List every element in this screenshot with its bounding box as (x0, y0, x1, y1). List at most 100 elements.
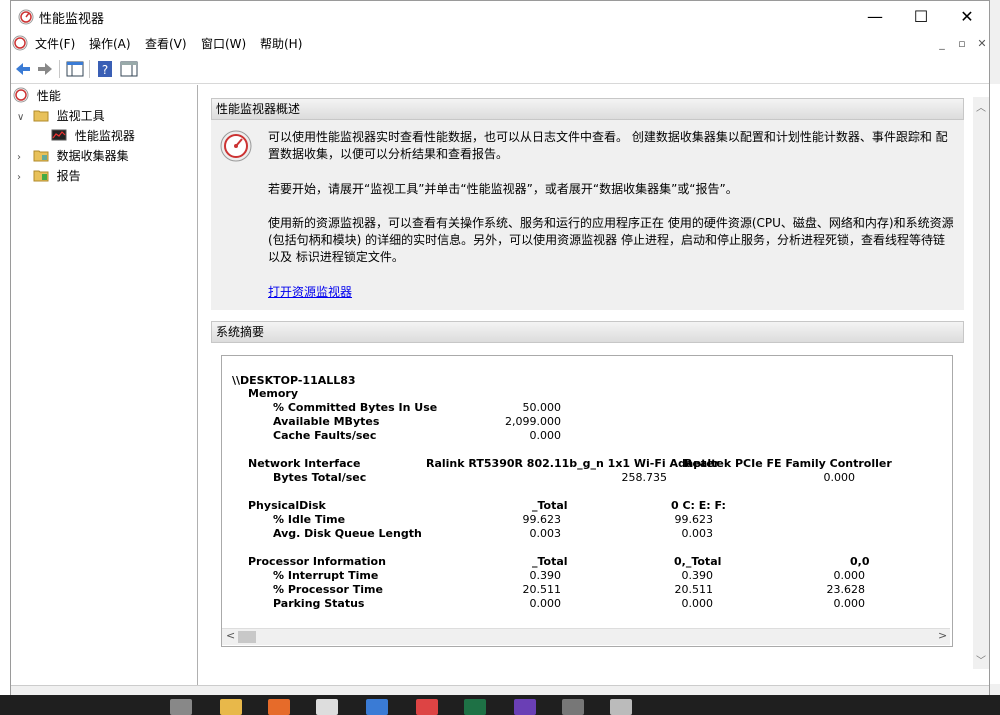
counter-name: % Processor Time (273, 583, 383, 596)
overview-paragraph-3: 使用新的资源监视器，可以查看有关操作系统、服务和运行的应用程序正在 使用的硬件资… (268, 216, 954, 264)
app-icon[interactable] (562, 699, 584, 715)
help-icon[interactable]: ? (95, 59, 115, 79)
column-header: 0,0 (850, 555, 870, 568)
tree-item-performance-monitor[interactable]: 性能监视器 (51, 126, 135, 146)
counter-value: 0.390 (529, 569, 562, 582)
excel-icon[interactable] (464, 699, 486, 715)
console-tree: 性能 ∨ 监视工具 性能监视器 › 数据收集器集 › 报告 (11, 85, 198, 685)
mdi-minimize-button[interactable]: _ (934, 36, 950, 52)
menu-file[interactable]: 文件(F) (35, 35, 75, 52)
network-label: Network Interface (248, 457, 361, 470)
counter-name: Available MBytes (273, 415, 380, 428)
counter-value: 0.003 (529, 527, 562, 540)
mdi-restore-button[interactable]: ▫ (954, 36, 970, 52)
overview-body: 可以使用性能监视器实时查看性能数据，也可以从日志文件中查看。 创建数据收集器集以… (211, 120, 964, 310)
column-header: 0 C: E: F: (671, 499, 726, 512)
physical-disk-label: PhysicalDisk (248, 499, 326, 512)
menu-window[interactable]: 窗口(W) (201, 35, 246, 52)
tree-label: 性能 (36, 89, 61, 103)
counter-value: 2,099.000 (505, 415, 561, 428)
forward-arrow-icon[interactable] (35, 59, 55, 79)
tree-item-performance[interactable]: 性能 (13, 86, 61, 106)
vertical-scrollbar[interactable]: ︿ ﹀ (973, 97, 989, 669)
open-resource-monitor-link[interactable]: 打开资源监视器 (268, 283, 352, 300)
tree-label: 监视工具 (56, 109, 105, 123)
chevron-right-icon[interactable]: › (17, 168, 29, 188)
tree-item-reports[interactable]: › 报告 (17, 166, 81, 186)
menu-view[interactable]: 查看(V) (145, 35, 187, 52)
column-header: Realtek PCIe FE Family Controller (684, 457, 892, 470)
chevron-right-icon[interactable]: › (17, 148, 29, 168)
tree-label: 性能监视器 (74, 129, 135, 143)
horizontal-scrollbar[interactable]: < > (222, 628, 950, 645)
counter-value: 0.000 (823, 471, 856, 484)
title-bar: 性能监视器 — ☐ ✕ (11, 1, 989, 32)
maximize-button[interactable]: ☐ (898, 1, 944, 32)
counter-value: 0.000 (833, 569, 866, 582)
counter-value: 50.000 (522, 401, 562, 414)
counter-value: 0.000 (681, 597, 714, 610)
counter-value: 99.623 (674, 513, 714, 526)
visual-studio-icon[interactable] (514, 699, 536, 715)
counter-value: 23.628 (826, 583, 866, 596)
counter-value: 0.003 (681, 527, 714, 540)
minimize-button[interactable]: — (852, 1, 898, 32)
system-summary-panel: \\DESKTOP-11ALL83 Memory % Committed Byt… (221, 355, 953, 647)
counter-value: 0.000 (833, 597, 866, 610)
counter-value: 20.511 (674, 583, 714, 596)
counter-value: 20.511 (522, 583, 562, 596)
show-hide-console-tree-icon[interactable] (65, 59, 85, 79)
column-header: Ralink RT5390R 802.11b_g_n 1x1 Wi-Fi Ada… (426, 457, 720, 470)
tree-item-monitoring-tools[interactable]: ∨ 监视工具 (17, 106, 105, 126)
computer-name: \\DESKTOP-11ALL83 (232, 374, 356, 387)
mail-icon[interactable] (316, 699, 338, 715)
tree-item-data-collector-sets[interactable]: › 数据收集器集 (17, 146, 129, 166)
column-header: _Total (532, 499, 568, 512)
counter-name: Parking Status (273, 597, 365, 610)
task-view-icon[interactable] (170, 699, 192, 715)
scroll-right-icon[interactable]: > (938, 629, 947, 642)
back-arrow-icon[interactable] (13, 59, 33, 79)
chrome-icon[interactable] (416, 699, 438, 715)
system-summary-header: 系统摘要 (211, 321, 964, 343)
counter-name: Avg. Disk Queue Length (273, 527, 422, 540)
scroll-up-icon[interactable]: ︿ (976, 99, 986, 114)
menu-action[interactable]: 操作(A) (89, 35, 131, 52)
show-hide-action-pane-icon[interactable] (119, 59, 139, 79)
content-pane: ︿ ﹀ 性能监视器概述 可以使用性能监视器实时查看性能数据，也可以从日志文件中查… (200, 85, 989, 685)
data-collector-icon (33, 150, 49, 162)
scroll-thumb[interactable] (238, 631, 256, 643)
window-title: 性能监视器 (39, 12, 105, 27)
reports-icon (33, 170, 49, 182)
processor-info-label: Processor Information (248, 555, 386, 568)
scroll-down-icon[interactable]: ﹀ (976, 652, 986, 667)
memory-label: Memory (248, 387, 299, 400)
counter-name: Bytes Total/sec (273, 471, 367, 484)
counter-name: % Interrupt Time (273, 569, 379, 582)
toolbar-separator (59, 60, 60, 78)
chat-icon[interactable] (366, 699, 388, 715)
overview-header: 性能监视器概述 (211, 98, 964, 120)
perfmon-gauge-icon (220, 130, 252, 162)
menu-bar: 文件(F) 操作(A) 查看(V) 窗口(W) 帮助(H) _ ▫ ✕ (11, 32, 989, 54)
file-explorer-icon[interactable] (220, 699, 242, 715)
tree-label: 报告 (56, 169, 81, 183)
menu-help[interactable]: 帮助(H) (260, 35, 302, 52)
perfmon-taskbar-icon[interactable] (610, 699, 632, 715)
column-header: _Total (532, 555, 568, 568)
perfmon-app-icon (18, 9, 34, 25)
perfmon-window: 性能监视器 — ☐ ✕ 文件(F) 操作(A) 查看(V) 窗口(W) 帮助(H… (10, 0, 990, 696)
close-button[interactable]: ✕ (944, 1, 990, 32)
counter-name: Cache Faults/sec (273, 429, 377, 442)
background-window-fragment-right (990, 84, 1000, 684)
firefox-icon[interactable] (268, 699, 290, 715)
mdi-close-button[interactable]: ✕ (974, 36, 990, 52)
tree-label: 数据收集器集 (56, 149, 129, 163)
scroll-left-icon[interactable]: < (226, 629, 235, 642)
toolbar-separator (89, 60, 90, 78)
perfmon-icon (13, 87, 29, 103)
chevron-down-icon[interactable]: ∨ (17, 108, 29, 128)
column-header: 0,_Total (674, 555, 722, 568)
taskbar (0, 695, 1000, 715)
perfmon-menu-icon[interactable] (12, 35, 28, 51)
